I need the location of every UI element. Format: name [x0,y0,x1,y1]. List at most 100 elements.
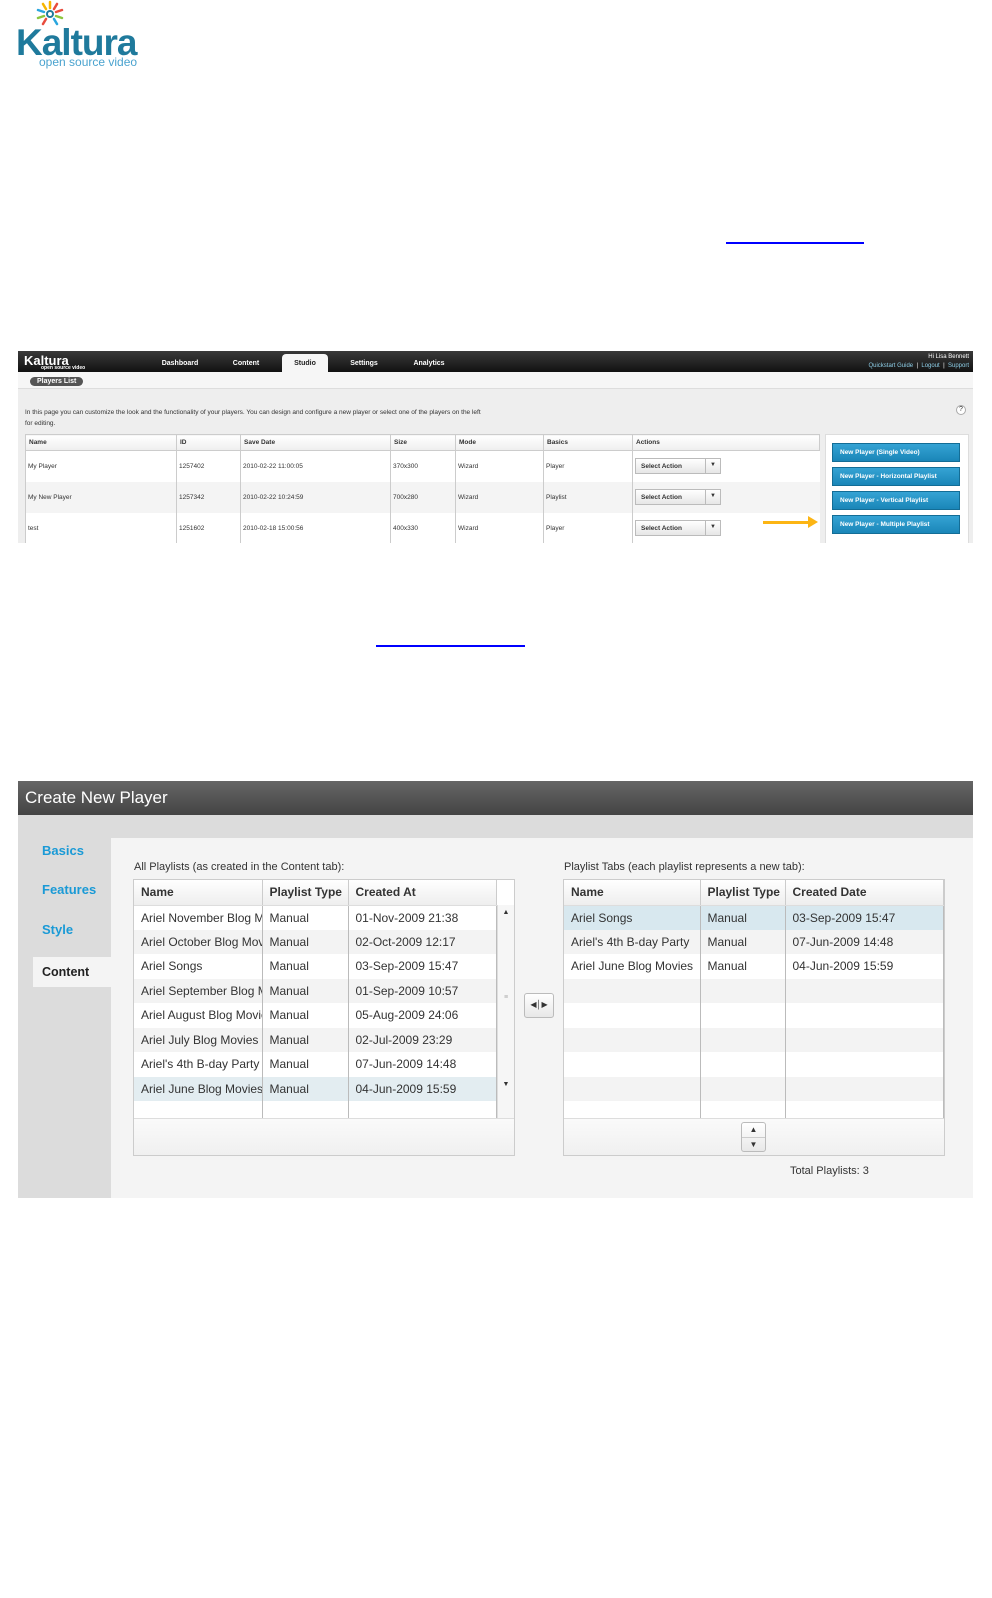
cell: Wizard [455,512,544,543]
table-row[interactable]: Ariel September Blog MoviesManual01-Sep-… [134,978,497,1003]
grid-footer [134,1118,514,1155]
help-icon[interactable]: ? [956,405,966,415]
col-id[interactable]: ID [176,434,241,451]
table-row[interactable]: Ariel's 4th B-day Party Manual 07-Jun-2009… [564,929,944,954]
col-mode[interactable]: Mode [455,434,544,451]
table-row[interactable]: Ariel November Blog MoviesManual01-Nov-2… [134,905,497,930]
cell: Wizard [455,481,544,513]
cell: Ariel Songs [134,954,263,979]
table-row[interactable]: Ariel's 4th B-day Party Manual 07-Jun-2009… [134,1052,497,1077]
tab-content[interactable]: Content [218,356,274,372]
table-row[interactable]: My Player 1257402 2010-02-22 11:00:05 370x3… [25,450,820,482]
col-actions[interactable]: Actions [632,434,820,451]
cell: Ariel September Blog Movies [134,978,263,1003]
select-action-dropdown[interactable]: Select Action ▼ [635,489,721,505]
cell: 02-Oct-2009 12:17 [348,929,497,954]
cell: Ariel June Blog Movies [564,954,701,979]
col-name[interactable]: Name [25,434,177,451]
move-down-icon[interactable]: ▼ [742,1137,765,1152]
cell: Manual [262,1076,349,1101]
empty-row [564,1076,944,1101]
col-created-date[interactable]: Created Date [785,880,944,906]
cell: Select Action ▼ [632,512,820,543]
scroll-thumb-grip-icon[interactable]: ≡ [498,994,514,1001]
vertical-scrollbar[interactable]: ▲ ≡ ▼ [497,905,514,1119]
cell: Select Action ▼ [632,481,820,513]
cell: Ariel Songs [564,905,701,930]
col-playlist-type[interactable]: Playlist Type [262,880,349,906]
cell: 03-Sep-2009 15:47 [785,905,944,930]
col-playlist-type[interactable]: Playlist Type [700,880,786,906]
arrow-left-icon[interactable]: ◀ [530,1000,536,1009]
scroll-up-icon[interactable]: ▲ [498,909,514,916]
user-greeting: Hi Lisa Bennett [928,354,969,360]
move-left-right-button[interactable]: ◀│▶ [524,993,554,1018]
arrow-right-icon[interactable]: ▶ [542,1000,548,1009]
table-row[interactable]: Ariel August Blog Movies Manual 05-Aug-200… [134,1003,497,1028]
col-size[interactable]: Size [390,434,456,451]
cell: 1257342 [176,481,241,513]
separator: | [943,363,945,369]
table-row-selected[interactable]: Ariel Songs Manual 03-Sep-2009 15:47 [564,905,944,930]
cell: 1257402 [176,450,241,482]
grid-footer: ▲ ▼ [564,1118,944,1155]
chevron-down-icon: ▼ [705,490,720,504]
new-player-multiple-playlist-button[interactable]: New Player - Multiple Playlist [832,515,960,534]
table-row-selected[interactable]: Ariel June Blog Movies Manual 04-Jun-2009 … [134,1076,497,1101]
col-name[interactable]: Name [134,880,263,906]
tab-studio[interactable]: Studio [282,354,328,372]
scroll-down-icon[interactable]: ▼ [498,1081,514,1088]
cell: Ariel June Blog Movies [134,1076,263,1101]
table-row[interactable]: Ariel Songs Manual 03-Sep-2009 15:47 [134,954,497,979]
tab-analytics[interactable]: Analytics [400,356,458,372]
total-playlists: Total Playlists: 3 [790,1165,869,1177]
cell: Ariel November Blog Movies [134,905,263,930]
col-save-date[interactable]: Save Date [240,434,391,451]
table-row[interactable]: Ariel October Blog MoviesManual02-Oct-20… [134,929,497,954]
nav-content[interactable]: Content [33,957,112,987]
new-player-panel: New Player (Single Video) New Player - H… [825,434,969,543]
col-basics[interactable]: Basics [543,434,633,451]
quickstart-link[interactable]: Quickstart Guide [868,363,913,369]
cell: Manual [262,1027,349,1052]
cell: Manual [700,954,786,979]
nav-style[interactable]: Style [42,922,73,937]
select-action-dropdown[interactable]: Select Action ▼ [635,458,721,475]
hyperlink-underline[interactable] [726,242,864,244]
cell: Manual [262,954,349,979]
empty-row [564,978,944,1003]
dialog-title: Create New Player [18,781,973,815]
cell: test [25,512,177,543]
tab-settings[interactable]: Settings [336,356,392,372]
tab-dashboard[interactable]: Dashboard [150,356,210,372]
logo-tagline: open source video [39,55,138,69]
table-row[interactable]: Ariel June Blog Movies Manual 04-Jun-2009 … [564,954,944,979]
support-link[interactable]: Support [948,363,969,369]
table-row[interactable]: Ariel July Blog Movies Manual 02-Jul-2009 … [134,1027,497,1052]
cell: 07-Jun-2009 14:48 [348,1052,497,1077]
new-player-single-video-button[interactable]: New Player (Single Video) [832,443,960,462]
playlist-tabs-label: Playlist Tabs (each playlist represents … [564,861,805,873]
new-player-horizontal-playlist-button[interactable]: New Player - Horizontal Playlist [832,467,960,486]
move-up-icon[interactable]: ▲ [742,1123,765,1137]
nav-features[interactable]: Features [42,882,96,897]
all-playlists-grid: Name Playlist Type Created At Ariel Nove… [133,879,515,1156]
col-name[interactable]: Name [564,880,701,906]
cell: Manual [262,1052,349,1077]
hyperlink-underline[interactable] [376,645,525,647]
reorder-button[interactable]: ▲ ▼ [741,1122,766,1152]
nav-basics[interactable]: Basics [42,843,84,858]
cell: 02-Jul-2009 23:29 [348,1027,497,1052]
col-created-at[interactable]: Created At [348,880,497,906]
cell: 2010-02-22 11:00:05 [240,450,391,482]
cell: Ariel's 4th B-day Party [134,1052,263,1077]
empty-row [564,1027,944,1052]
table-row[interactable]: My New Player 1257342 2010-02-22 10:24:59 7… [25,481,820,513]
players-list-tab[interactable]: Players List [30,377,84,386]
select-action-dropdown[interactable]: Select Action ▼ [635,520,721,536]
intro-text: In this page you can customize the look … [25,409,481,427]
cell: My Player [25,450,177,482]
table-row[interactable]: test 1251602 2010-02-18 15:00:56 400x330 Wiz… [25,512,820,543]
new-player-vertical-playlist-button[interactable]: New Player - Vertical Playlist [832,491,960,510]
logout-link[interactable]: Logout [921,363,939,369]
